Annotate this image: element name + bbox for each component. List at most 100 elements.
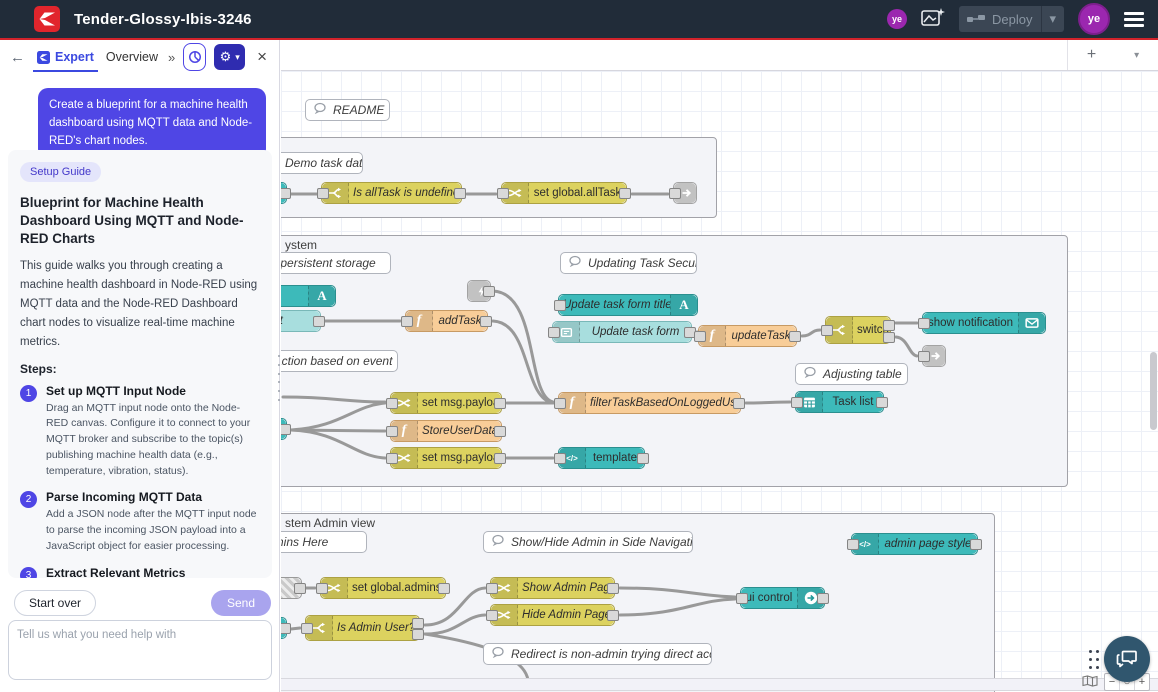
task-list[interactable]: Task list [795,391,884,413]
tab-expert[interactable]: Expert [35,46,96,68]
start-over-button[interactable]: Start over [14,590,96,616]
wire[interactable] [291,628,300,629]
redirect-non-admin-comment[interactable]: Redirect is non-admin trying direct acce… [483,643,712,665]
show-hide-admin-comment[interactable]: Show/Hide Admin in Side Navigation [483,531,693,553]
wire[interactable] [620,599,735,615]
disabled-stub[interactable] [281,577,302,599]
admin-page-style[interactable]: </>admin page style [851,533,978,555]
admin-stub[interactable] [281,617,287,639]
deploy-button[interactable]: Deploy ▾ [959,6,1064,32]
set-msg-payload-2[interactable]: set msg.payload [390,447,502,469]
show-admin-page[interactable]: Show Admin Page [490,577,615,599]
output-port[interactable] [313,316,325,327]
back-arrow-icon[interactable]: ← [8,49,27,66]
deploy-caret-icon[interactable]: ▾ [1049,11,1056,27]
set-msg-payload-1[interactable]: set msg.payload [390,392,502,414]
output-port[interactable] [281,188,291,199]
add-task[interactable]: faddTask [405,310,488,332]
wire[interactable] [493,291,553,402]
wire[interactable] [620,588,735,597]
flow-canvas[interactable]: ystemstem Admin viewREADMEDemo task data… [281,40,1158,692]
input-port[interactable] [486,610,498,621]
set-global-admins[interactable]: set global.admins [320,577,446,599]
link-out-1[interactable] [673,182,697,204]
switch-node[interactable]: switch [825,316,891,344]
is-admin-user[interactable]: Is Admin User? [305,615,420,641]
input-port[interactable] [301,623,313,634]
wire[interactable] [802,330,820,336]
is-alltask-undefined[interactable]: Is allTask is undefined [321,182,462,204]
output-port[interactable] [494,426,506,437]
flow-list-caret-icon[interactable]: ▾ [1134,50,1139,61]
readme-comment[interactable]: README [305,99,390,121]
output-port[interactable] [607,583,619,594]
wire[interactable] [493,321,553,403]
output-port[interactable] [733,398,745,409]
input-port[interactable] [918,351,930,362]
input-port[interactable] [316,583,328,594]
input-port[interactable] [554,300,566,311]
input-port[interactable] [694,331,706,342]
template[interactable]: </>template [558,447,645,469]
output-port[interactable] [619,188,631,199]
set-global-alltask[interactable]: set global.allTask [501,182,627,204]
persistent-storage-comment[interactable]: ask to persistent storage [281,252,391,274]
minimap-icon[interactable] [1082,674,1098,692]
output-port[interactable] [281,424,291,435]
output-port[interactable] [876,397,888,408]
output-port[interactable] [412,629,424,640]
wire[interactable] [746,402,790,403]
input-port[interactable] [821,325,833,336]
input-port[interactable] [486,583,498,594]
output-port[interactable] [412,618,424,629]
update-task-form[interactable]: Update task form [552,321,692,343]
assistant-chat-fab[interactable] [1104,636,1150,682]
wire[interactable] [896,337,917,356]
output-port[interactable] [883,332,895,343]
output-port[interactable] [883,320,895,331]
input-port[interactable] [497,188,509,199]
ai-image-icon[interactable] [921,7,945,32]
input-port[interactable] [386,398,398,409]
menu-icon[interactable] [1124,9,1144,30]
admins-here-comment[interactable]: Admins Here [281,531,367,553]
action-based-on-event-comment[interactable]: action based on event [281,350,398,372]
vertical-scrollbar-thumb[interactable] [1150,352,1157,430]
demo-task-data-comment[interactable]: Demo task data [281,152,363,174]
wire[interactable] [291,430,385,458]
input-port[interactable] [554,453,566,464]
more-tabs-chevron-icon[interactable]: » [168,50,175,65]
link-out-2[interactable] [922,345,946,367]
update-task-form-title[interactable]: AUpdate task form title [558,294,698,316]
output-port[interactable] [454,188,466,199]
input-port[interactable] [386,453,398,464]
output-port[interactable] [637,453,649,464]
input-port[interactable] [554,398,566,409]
input-port[interactable] [317,188,329,199]
user-stub[interactable] [281,418,287,440]
wire[interactable] [283,397,385,402]
tab-overview[interactable]: Overview [104,46,160,68]
input-port[interactable] [401,316,413,327]
updating-task-securely-comment[interactable]: Updating Task Securely [560,252,697,274]
output-port[interactable] [494,398,506,409]
output-port[interactable] [294,583,306,594]
output-port[interactable] [607,610,619,621]
output-port[interactable] [789,331,801,342]
output-port[interactable] [970,539,982,550]
output-port[interactable] [483,286,495,297]
output-port[interactable] [817,593,829,604]
user-avatar[interactable]: ye [1078,3,1110,35]
adjusting-table-comment[interactable]: Adjusting table [795,363,908,385]
add-flow-button[interactable]: + [1087,46,1096,64]
assistant-avatar[interactable]: ye [887,9,907,29]
input-port[interactable] [386,426,398,437]
update-task-fn[interactable]: fupdateTask [698,325,797,347]
wire[interactable] [291,403,385,430]
store-user-data[interactable]: fStoreUserData [390,420,502,442]
input-port[interactable] [548,327,560,338]
output-port[interactable] [480,316,492,327]
input-port[interactable] [918,318,930,329]
link-stub-1[interactable] [281,182,287,204]
input-port[interactable] [791,397,803,408]
